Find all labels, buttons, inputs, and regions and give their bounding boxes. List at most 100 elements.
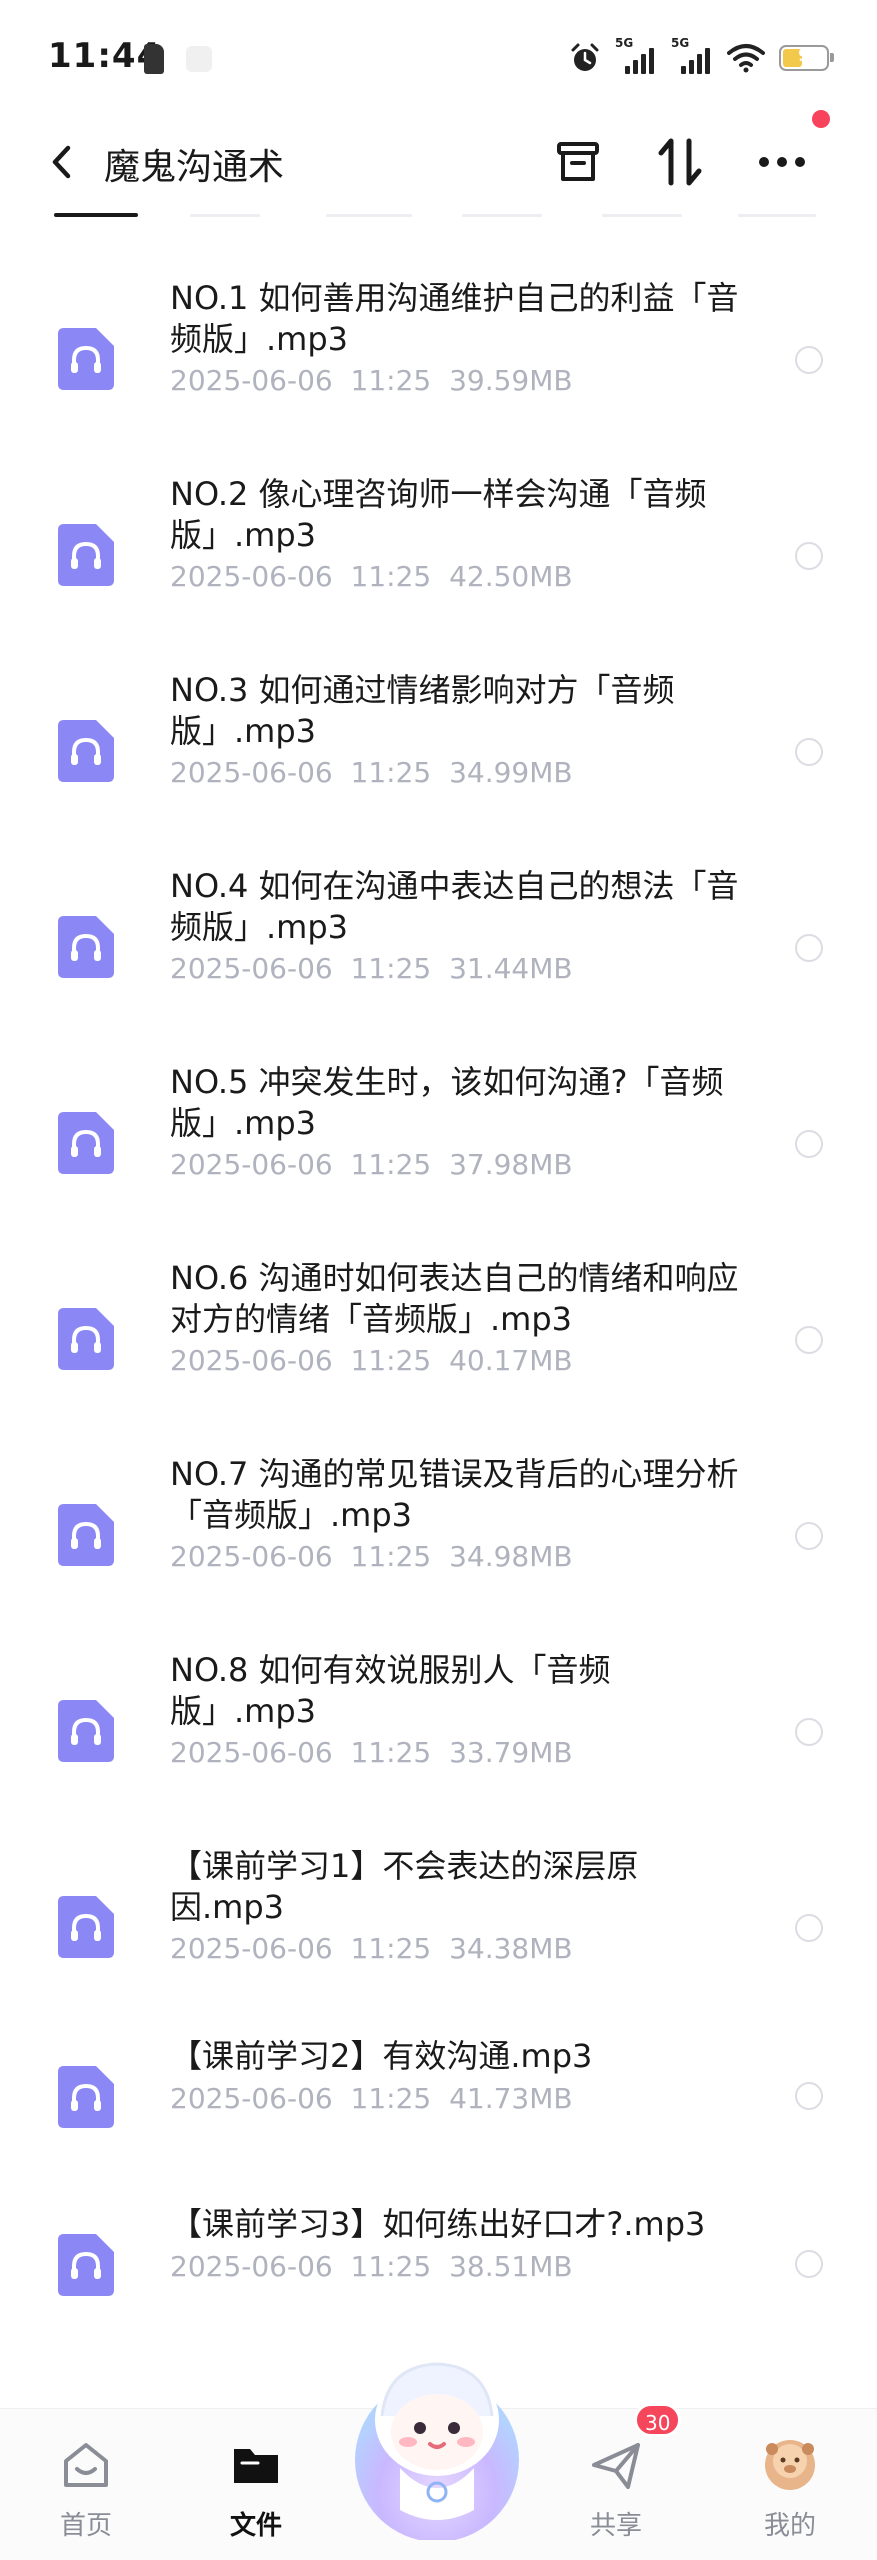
sort-button[interactable] <box>650 132 710 192</box>
file-date: 2025-06-06 <box>170 756 333 789</box>
file-date: 2025-06-06 <box>170 560 333 593</box>
audio-file-icon <box>58 1700 114 1762</box>
file-size: 38.51MB <box>449 2250 573 2283</box>
select-radio[interactable] <box>795 1522 823 1550</box>
audio-file-icon <box>58 720 114 782</box>
file-meta: 2025-06-06 11:25 39.59MB <box>170 364 573 397</box>
status-icons: 5G 5G 9 <box>569 36 834 78</box>
select-radio[interactable] <box>795 2250 823 2278</box>
file-list-item[interactable]: 【课前学习2】有效沟通.mp3 2025-06-06 11:25 41.73MB <box>0 2024 877 2192</box>
file-list-item[interactable]: NO.8 如何有效说服别人「音频版」.mp3 2025-06-06 11:25 3… <box>0 1632 877 1828</box>
file-time: 11:25 <box>350 560 432 593</box>
header: 魔鬼沟通术 <box>0 118 877 206</box>
file-date: 2025-06-06 <box>170 952 333 985</box>
file-date: 2025-06-06 <box>170 1736 333 1769</box>
file-meta: 2025-06-06 11:25 31.44MB <box>170 952 573 985</box>
file-size: 40.17MB <box>449 1344 573 1377</box>
file-meta: 2025-06-06 11:25 34.98MB <box>170 1540 573 1573</box>
file-date: 2025-06-06 <box>170 1540 333 1573</box>
file-date: 2025-06-06 <box>170 1932 333 1965</box>
audio-file-icon <box>58 524 114 586</box>
notification-dot <box>812 110 830 128</box>
file-name: NO.6 沟通时如何表达自己的情绪和响应对方的情绪「音频版」.mp3 <box>170 1259 739 1338</box>
file-list-item[interactable]: 【课前学习3】如何练出好口才?.mp3 2025-06-06 11:25 38.5… <box>0 2192 877 2360</box>
tab-indicator-strip <box>0 206 877 220</box>
file-time: 11:25 <box>350 756 432 789</box>
file-size: 34.98MB <box>449 1540 573 1573</box>
file-time: 11:25 <box>350 364 432 397</box>
share-badge: 30 <box>634 2403 682 2437</box>
audio-file-icon <box>58 1308 114 1370</box>
select-radio[interactable] <box>795 738 823 766</box>
alarm-icon <box>571 43 599 71</box>
file-size: 33.79MB <box>449 1736 573 1769</box>
nav-me[interactable]: 我的 <box>730 2431 850 2551</box>
file-size: 41.73MB <box>449 2082 573 2115</box>
signal-icon-2: 5G <box>671 36 713 76</box>
select-radio[interactable] <box>795 1914 823 1942</box>
file-meta: 2025-06-06 11:25 34.99MB <box>170 756 573 789</box>
archive-box-icon <box>557 142 599 181</box>
file-list-item[interactable]: NO.2 像心理咨询师一样会沟通「音频版」.mp3 2025-06-06 11:2… <box>0 456 877 652</box>
file-size: 37.98MB <box>449 1148 573 1181</box>
file-list-item[interactable]: NO.4 如何在沟通中表达自己的想法「音频版」.mp3 2025-06-06 11… <box>0 848 877 1044</box>
select-radio[interactable] <box>795 346 823 374</box>
select-radio[interactable] <box>795 542 823 570</box>
signal-icon-1: 5G <box>615 36 657 76</box>
page-title: 魔鬼沟通术 <box>104 147 285 188</box>
file-meta: 2025-06-06 11:25 40.17MB <box>170 1344 573 1377</box>
file-time: 11:25 <box>350 1932 432 1965</box>
file-size: 39.59MB <box>449 364 573 397</box>
file-name: NO.8 如何有效说服别人「音频版」.mp3 <box>170 1651 611 1730</box>
file-list-item[interactable]: NO.1 如何善用沟通维护自己的利益「音频版」.mp3 2025-06-06 11… <box>0 260 877 456</box>
nav-home[interactable]: 首页 <box>26 2431 146 2551</box>
file-date: 2025-06-06 <box>170 1148 333 1181</box>
mascot-assistant-icon[interactable] <box>342 2340 532 2540</box>
file-name: NO.4 如何在沟通中表达自己的想法「音频版」.mp3 <box>170 867 739 946</box>
file-time: 11:25 <box>350 1344 432 1377</box>
nav-share[interactable]: 共享 <box>556 2431 676 2551</box>
file-list-item[interactable]: NO.7 沟通的常见错误及背后的心理分析「音频版」.mp3 2025-06-06 … <box>0 1436 877 1632</box>
sim-card-icon <box>144 44 164 74</box>
file-meta: 2025-06-06 11:25 38.51MB <box>170 2250 573 2283</box>
file-meta: 2025-06-06 11:25 33.79MB <box>170 1736 573 1769</box>
file-name: NO.2 像心理咨询师一样会沟通「音频版」.mp3 <box>170 475 707 554</box>
file-time: 11:25 <box>350 2250 432 2283</box>
select-radio[interactable] <box>795 1326 823 1354</box>
file-time: 11:25 <box>350 1736 432 1769</box>
avatar-icon <box>765 2440 815 2490</box>
nav-me-label: 我的 <box>763 2511 816 2541</box>
file-date: 2025-06-06 <box>170 2082 333 2115</box>
file-size: 34.99MB <box>449 756 573 789</box>
nav-files-label: 文件 <box>229 2511 282 2541</box>
file-name: NO.7 沟通的常见错误及背后的心理分析「音频版」.mp3 <box>170 1455 739 1534</box>
paper-plane-icon <box>592 2443 640 2489</box>
file-date: 2025-06-06 <box>170 1344 333 1377</box>
file-time: 11:25 <box>350 1540 432 1573</box>
select-radio[interactable] <box>795 1130 823 1158</box>
file-list-item[interactable]: NO.5 冲突发生时，该如何沟通?「音频版」.mp3 2025-06-06 11:… <box>0 1044 877 1240</box>
file-list-item[interactable]: 【课前学习1】不会表达的深层原因.mp3 2025-06-06 11:25 34.… <box>0 1828 877 2024</box>
nav-files[interactable]: 文件 <box>196 2431 316 2551</box>
archive-button[interactable] <box>548 132 608 192</box>
select-radio[interactable] <box>795 934 823 962</box>
file-name: 【课前学习3】如何练出好口才?.mp3 <box>170 2205 706 2243</box>
audio-file-icon <box>58 2066 114 2128</box>
file-list-item[interactable]: NO.3 如何通过情绪影响对方「音频版」.mp3 2025-06-06 11:25… <box>0 652 877 848</box>
wifi-icon <box>727 44 765 73</box>
file-name: NO.1 如何善用沟通维护自己的利益「音频版」.mp3 <box>170 279 739 358</box>
audio-file-icon <box>58 328 114 390</box>
battery-icon: 9 <box>779 45 834 71</box>
file-list-item[interactable]: NO.6 沟通时如何表达自己的情绪和响应对方的情绪「音频版」.mp3 2025-0… <box>0 1240 877 1436</box>
select-radio[interactable] <box>795 2082 823 2110</box>
back-button[interactable] <box>36 136 88 188</box>
file-time: 11:25 <box>350 1148 432 1181</box>
file-meta: 2025-06-06 11:25 42.50MB <box>170 560 573 593</box>
nav-share-label: 共享 <box>589 2511 642 2541</box>
file-time: 11:25 <box>350 952 432 985</box>
more-button[interactable] <box>752 132 812 192</box>
file-time: 11:25 <box>350 2082 432 2115</box>
folder-icon <box>234 2449 278 2483</box>
select-radio[interactable] <box>795 1718 823 1746</box>
status-bar: 11:44 5G 5G 9 <box>0 0 877 118</box>
